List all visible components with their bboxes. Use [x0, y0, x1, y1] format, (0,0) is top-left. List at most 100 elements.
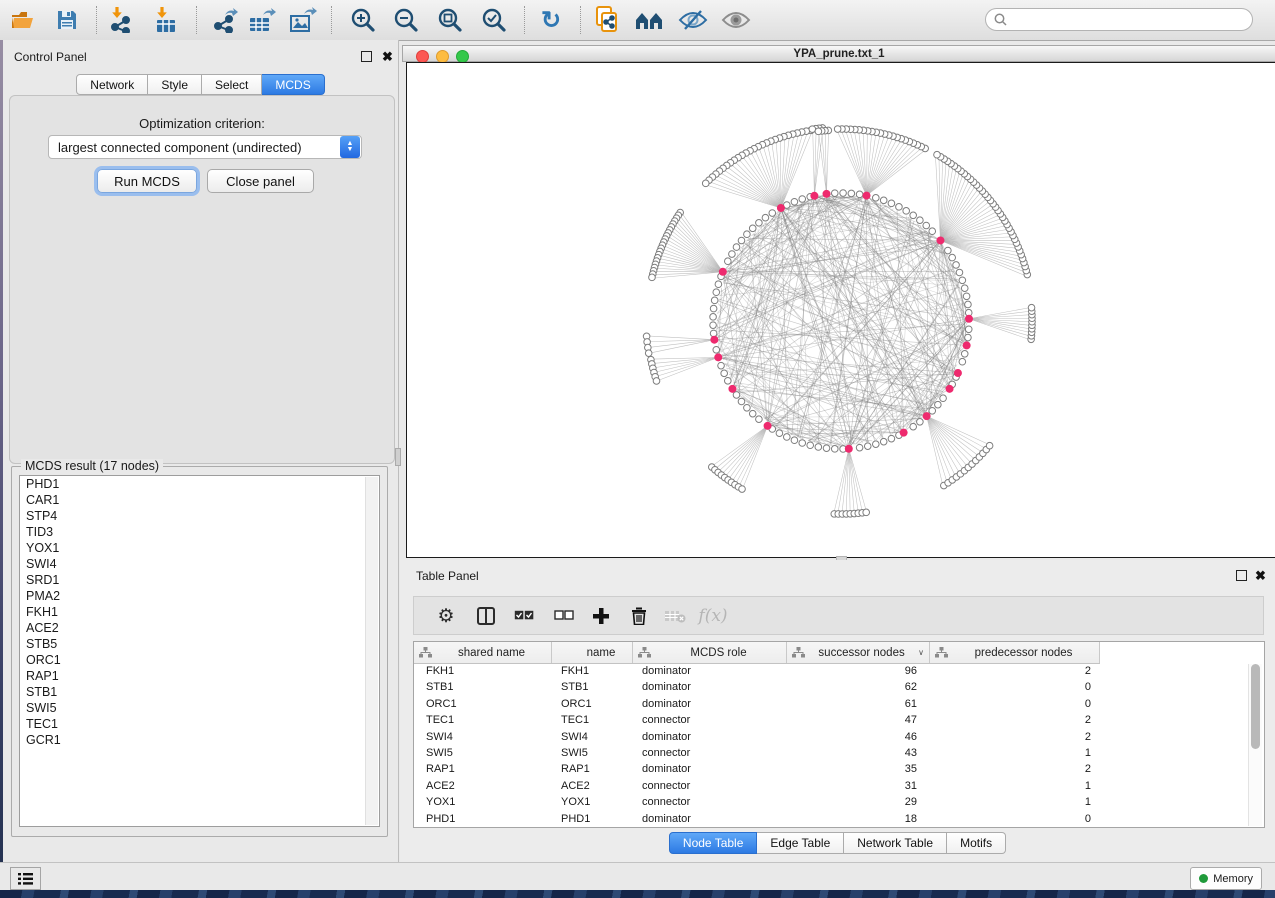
cell[interactable]: FKH1 [552, 663, 633, 679]
float-panel-icon[interactable] [361, 51, 372, 62]
cell[interactable]: YOX1 [414, 794, 552, 810]
cell[interactable]: connector [633, 778, 787, 794]
table-row[interactable]: SWI5SWI5connector431 [414, 745, 1264, 761]
open-folder-icon[interactable] [9, 7, 39, 33]
cell[interactable]: dominator [633, 811, 787, 827]
tab-select[interactable]: Select [202, 74, 262, 95]
mcds-result-item[interactable]: SWI5 [20, 700, 379, 716]
zoom-out-icon[interactable] [391, 7, 421, 33]
node-table[interactable]: shared namenameMCDS rolesuccessor nodes∨… [413, 641, 1265, 828]
cell[interactable]: connector [633, 794, 787, 810]
cell[interactable]: 29 [787, 794, 930, 810]
cell[interactable]: 2 [930, 712, 1100, 728]
criterion-dropdown[interactable]: largest connected component (undirected)… [48, 135, 362, 159]
close-table-panel-icon[interactable]: ✖ [1255, 570, 1266, 581]
import-table-icon[interactable] [151, 7, 181, 33]
table-row[interactable]: PHD1PHD1dominator180 [414, 811, 1264, 827]
cell[interactable]: dominator [633, 729, 787, 745]
column-header-MCDS-role[interactable]: MCDS role [633, 642, 787, 663]
export-network-icon[interactable] [210, 7, 240, 33]
cell[interactable]: 0 [930, 811, 1100, 827]
mcds-result-item[interactable]: PMA2 [20, 588, 379, 604]
settings-gear-icon[interactable]: ⚙ [432, 603, 460, 629]
table-row[interactable]: ORC1ORC1dominator610 [414, 696, 1264, 712]
refresh-icon[interactable]: ↻ [536, 7, 566, 33]
mcds-result-item[interactable]: STB5 [20, 636, 379, 652]
column-header-successor-nodes[interactable]: successor nodes∨ [787, 642, 930, 663]
cell[interactable]: 47 [787, 712, 930, 728]
tab-node-table[interactable]: Node Table [669, 832, 758, 854]
table-row[interactable]: RAP1RAP1dominator352 [414, 761, 1264, 777]
run-mcds-button[interactable]: Run MCDS [97, 169, 197, 193]
network-canvas[interactable] [406, 62, 1275, 558]
save-icon[interactable] [52, 7, 82, 33]
search-input[interactable] [1012, 12, 1244, 28]
cell[interactable]: 61 [787, 696, 930, 712]
tab-edge-table[interactable]: Edge Table [757, 832, 844, 854]
cell[interactable]: PHD1 [552, 811, 633, 827]
tab-network-table[interactable]: Network Table [844, 832, 947, 854]
cell[interactable]: connector [633, 712, 787, 728]
cell[interactable]: 46 [787, 729, 930, 745]
mcds-result-item[interactable]: YOX1 [20, 540, 379, 556]
tab-network[interactable]: Network [76, 74, 148, 95]
mcds-result-item[interactable]: RAP1 [20, 668, 379, 684]
column-header-shared-name[interactable]: shared name [414, 642, 552, 663]
panel-splitter-grip[interactable] [395, 448, 401, 466]
cell[interactable]: RAP1 [552, 761, 633, 777]
cell[interactable]: dominator [633, 761, 787, 777]
cell[interactable]: STB1 [552, 679, 633, 695]
mcds-result-item[interactable]: STB1 [20, 684, 379, 700]
cell[interactable]: ACE2 [552, 778, 633, 794]
tab-motifs[interactable]: Motifs [947, 832, 1006, 854]
export-table-icon[interactable] [247, 7, 277, 33]
cell[interactable]: 43 [787, 745, 930, 761]
cell[interactable]: 1 [930, 778, 1100, 794]
table-row[interactable]: STB1STB1dominator620 [414, 679, 1264, 695]
cell[interactable]: RAP1 [414, 761, 552, 777]
memory-button[interactable]: Memory [1190, 867, 1262, 890]
cell[interactable]: 62 [787, 679, 930, 695]
cell[interactable]: SWI4 [414, 729, 552, 745]
delete-column-icon[interactable] [625, 603, 653, 629]
cell[interactable]: SWI5 [552, 745, 633, 761]
result-scrollbar[interactable] [365, 477, 378, 825]
status-menu-button[interactable] [10, 867, 41, 890]
sort-chevron-icon[interactable]: ∨ [918, 648, 924, 657]
cell[interactable]: STB1 [414, 679, 552, 695]
cell[interactable]: 2 [930, 761, 1100, 777]
mcds-result-item[interactable]: STP4 [20, 508, 379, 524]
mcds-result-item[interactable]: PHD1 [20, 476, 379, 492]
float-table-panel-icon[interactable] [1236, 570, 1247, 581]
cell[interactable]: connector [633, 745, 787, 761]
cell[interactable]: 0 [930, 679, 1100, 695]
column-header-predecessor-nodes[interactable]: predecessor nodes [930, 642, 1100, 663]
cell[interactable]: 2 [930, 729, 1100, 745]
cell[interactable]: dominator [633, 679, 787, 695]
export-image-icon[interactable] [288, 7, 318, 33]
cell[interactable]: 1 [930, 794, 1100, 810]
add-column-icon[interactable] [587, 603, 615, 629]
mcds-result-item[interactable]: CAR1 [20, 492, 379, 508]
cell[interactable]: ORC1 [414, 696, 552, 712]
network-from-selection-icon[interactable] [592, 7, 622, 33]
cell[interactable]: SWI5 [414, 745, 552, 761]
mcds-result-item[interactable]: SWI4 [20, 556, 379, 572]
select-all-icon[interactable] [510, 603, 538, 629]
cell[interactable]: 35 [787, 761, 930, 777]
cell[interactable]: PHD1 [414, 811, 552, 827]
cell[interactable]: SWI4 [552, 729, 633, 745]
mcds-result-item[interactable]: TEC1 [20, 716, 379, 732]
zoom-selected-icon[interactable] [479, 7, 509, 33]
table-scrollbar[interactable] [1248, 664, 1262, 826]
deselect-all-icon[interactable] [550, 603, 578, 629]
close-panel-button[interactable]: Close panel [207, 169, 314, 193]
table-row[interactable]: TEC1TEC1connector472 [414, 712, 1264, 728]
table-row[interactable]: YOX1YOX1connector291 [414, 794, 1264, 810]
mcds-result-item[interactable]: SRD1 [20, 572, 379, 588]
cell[interactable]: 0 [930, 696, 1100, 712]
cell[interactable]: 31 [787, 778, 930, 794]
network-window-titlebar[interactable]: YPA_prune.txt_1 [402, 45, 1275, 62]
zoom-fit-icon[interactable] [435, 7, 465, 33]
cell[interactable]: 1 [930, 745, 1100, 761]
